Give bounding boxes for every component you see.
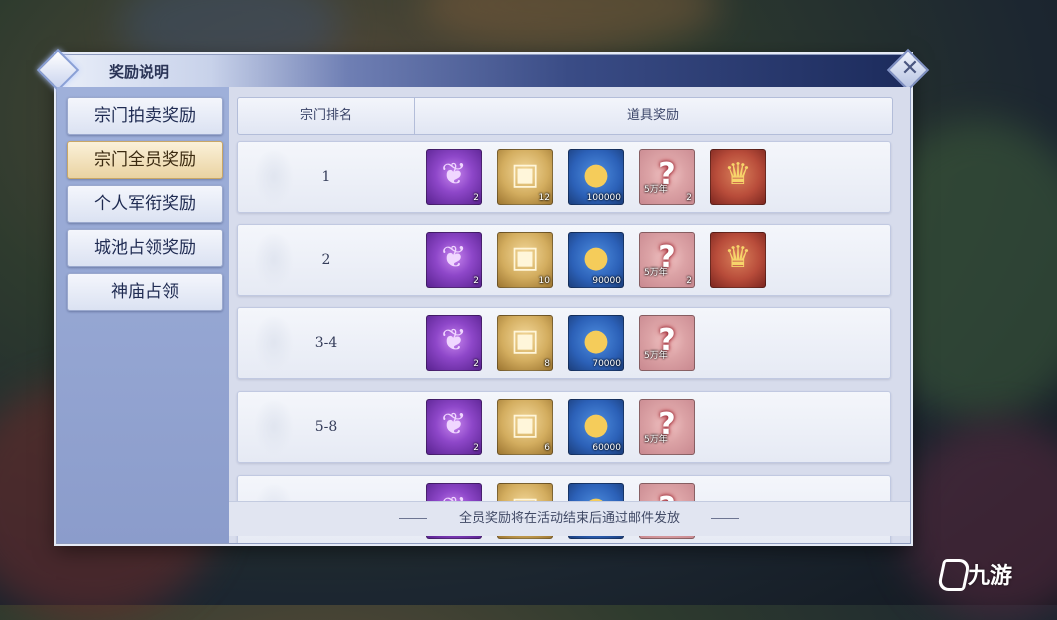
reward-item[interactable]: ▣ 8 [497, 315, 553, 371]
sidebar: 宗门拍卖奖励 宗门全员奖励 个人军衔奖励 城池占领奖励 神庙占领 [57, 87, 229, 543]
tab-temple-occupation[interactable]: 神庙占领 [67, 273, 223, 311]
item-count: 90000 [592, 276, 621, 286]
item-tag-label: 5万年 [644, 268, 668, 278]
item-count: 60000 [592, 443, 621, 453]
reward-items: ❦ 2 ▣ 6 ● 60000? 5万年 [426, 399, 695, 455]
item-count: 2 [686, 193, 692, 203]
reward-item[interactable]: ? 5万年 2 [639, 232, 695, 288]
item-count: 12 [538, 193, 550, 203]
dialog-title-bar: 奖励说明 ✕ [36, 48, 930, 92]
table-row: 5-8 ❦ 2 ▣ 6 ● 60000? 5万年 [237, 391, 891, 463]
title-diamond-ornament [36, 48, 80, 92]
footer-note: 全员奖励将在活动结束后通过邮件发放 [458, 511, 680, 526]
reward-item[interactable]: ❦ 2 [426, 232, 482, 288]
reward-item[interactable]: ♛ [710, 232, 766, 288]
mystery-token-icon: ? [658, 407, 676, 442]
gold-crown-icon: ♛ [724, 240, 752, 275]
item-tag-label: 5万年 [644, 185, 668, 195]
footer-notice: 全员奖励将在活动结束后通过邮件发放 [229, 501, 910, 536]
rank-cell: 1 [321, 169, 331, 185]
reward-item[interactable]: ● 70000 [568, 315, 624, 371]
reward-info-dialog: 奖励说明 ✕ 宗门拍卖奖励 宗门全员奖励 个人军衔奖励 城池占领奖励 神庙占领 … [36, 48, 930, 544]
reward-item[interactable]: ● 100000 [568, 149, 624, 205]
table-header: 宗门排名 道具奖励 [237, 97, 893, 135]
reward-item[interactable]: ❦ 2 [426, 399, 482, 455]
reward-item[interactable]: ▣ 12 [497, 149, 553, 205]
reward-item[interactable]: ♛ [710, 149, 766, 205]
tab-sect-all-member-reward[interactable]: 宗门全员奖励 [67, 141, 223, 179]
reward-item[interactable]: ▣ 10 [497, 232, 553, 288]
rank-cell: 2 [321, 252, 331, 268]
reward-item[interactable]: ? 5万年 2 [639, 149, 695, 205]
close-icon[interactable]: ✕ [898, 57, 922, 81]
tab-personal-rank-reward[interactable]: 个人军衔奖励 [67, 185, 223, 223]
dialog-title: 奖励说明 [109, 63, 170, 81]
reward-item[interactable]: ● 60000 [568, 399, 624, 455]
watermark-text: 九游 [968, 564, 1013, 589]
item-count: 2 [473, 443, 479, 453]
table-row: 1 ❦ 2 ▣ 12 ● 100000? 5万年 2 ♛ [237, 141, 891, 213]
item-count: 2 [473, 193, 479, 203]
rank-cell: 3-4 [314, 335, 338, 351]
item-count: 8 [544, 359, 550, 369]
reward-items: ❦ 2 ▣ 10 ● 90000? 5万年 2 ♛ [426, 232, 766, 288]
reward-item[interactable]: ? 5万年 [639, 315, 695, 371]
table-row: 3-4 ❦ 2 ▣ 8 ● 70000? 5万年 [237, 307, 891, 379]
reward-item[interactable]: ● 90000 [568, 232, 624, 288]
tab-sect-auction-reward[interactable]: 宗门拍卖奖励 [67, 97, 223, 135]
item-count: 70000 [592, 359, 621, 369]
mystery-token-icon: ? [658, 323, 676, 358]
item-count: 2 [473, 276, 479, 286]
reward-item[interactable]: ❦ 2 [426, 149, 482, 205]
reward-table-area[interactable]: 宗门排名 道具奖励 1 ❦ 2 ▣ 12 ● 100000? 5万年 2 ♛ 2 ❦ 2 ▣ 10 ● 9000… [229, 87, 910, 543]
item-count: 2 [686, 276, 692, 286]
reward-items: ❦ 2 ▣ 12 ● 100000? 5万年 2 ♛ [426, 149, 766, 205]
reward-items: ❦ 2 ▣ 8 ● 70000? 5万年 [426, 315, 695, 371]
item-count: 10 [538, 276, 550, 286]
item-tag-label: 5万年 [644, 435, 668, 445]
header-item-reward: 道具奖励 [626, 108, 679, 123]
reward-item[interactable]: ? 5万年 [639, 399, 695, 455]
header-sect-rank: 宗门排名 [238, 98, 415, 134]
table-row: 2 ❦ 2 ▣ 10 ● 90000? 5万年 2 ♛ [237, 224, 891, 296]
tab-city-occupation-reward[interactable]: 城池占领奖励 [67, 229, 223, 267]
item-count: 6 [544, 443, 550, 453]
reward-item[interactable]: ❦ 2 [426, 315, 482, 371]
gold-crown-icon: ♛ [724, 157, 752, 192]
item-tag-label: 5万年 [644, 351, 668, 361]
item-count: 2 [473, 359, 479, 369]
rank-cell: 5-8 [314, 419, 338, 435]
item-count: 100000 [586, 193, 621, 203]
reward-item[interactable]: ▣ 6 [497, 399, 553, 455]
